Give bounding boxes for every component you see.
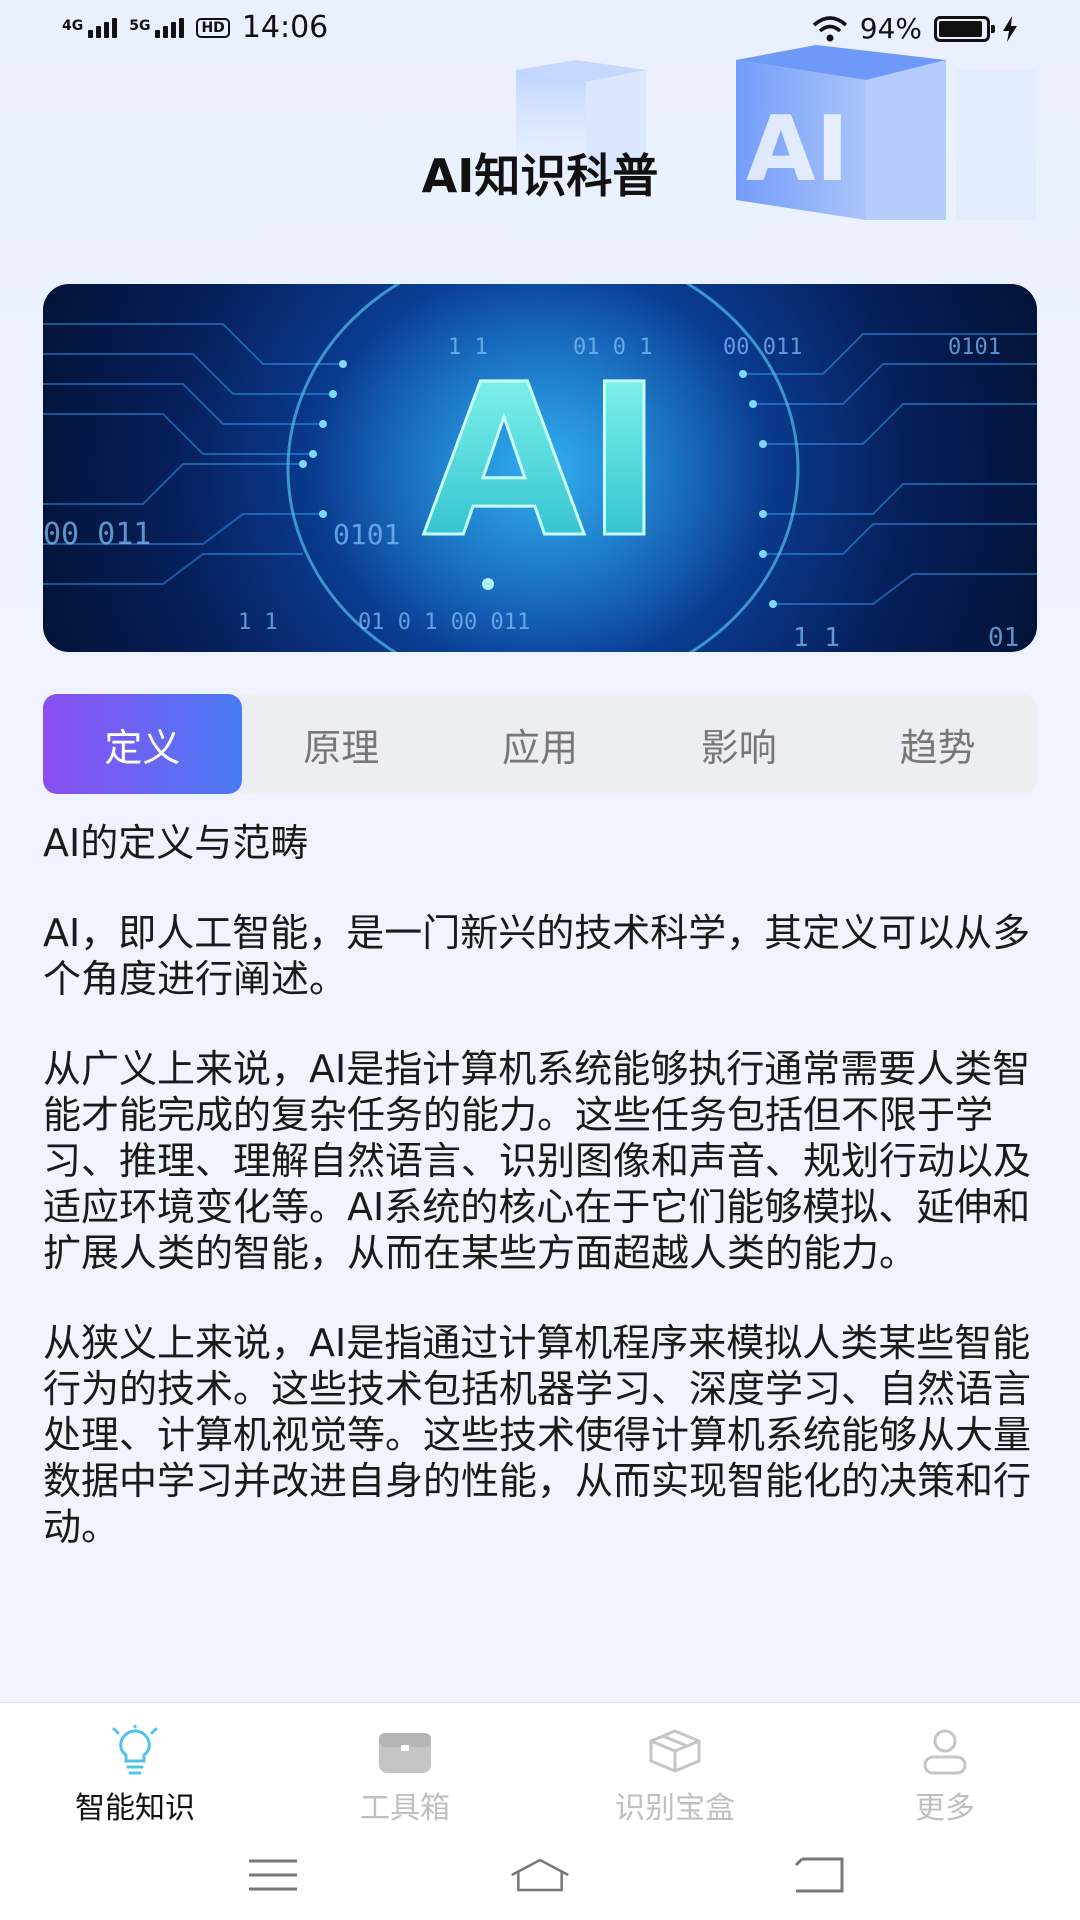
hd-icon: HD (196, 17, 230, 38)
lightbulb-icon (112, 1725, 158, 1775)
nav-more[interactable]: 更多 (810, 1703, 1080, 1831)
nav-label: 智能知识 (75, 1791, 195, 1826)
svg-text:0101: 0101 (948, 335, 1001, 360)
back-button[interactable] (790, 1850, 850, 1900)
tab-principle[interactable]: 原理 (242, 694, 441, 794)
signal-4g-icon: 4G (62, 17, 118, 38)
page-title: AI知识科普 (421, 149, 659, 203)
svg-text:1 1: 1 1 (448, 335, 488, 360)
article-paragraph: 从广义上来说，AI是指计算机系统能够执行通常需要人类智能才能完成的复杂任务的能力… (43, 1047, 1032, 1275)
nav-toolbox[interactable]: 工具箱 (270, 1703, 540, 1831)
tab-definition[interactable]: 定义 (43, 694, 242, 794)
nav-recognition-box[interactable]: 识别宝盒 (540, 1703, 810, 1831)
tab-application[interactable]: 应用 (441, 694, 640, 794)
status-time: 14:06 (241, 10, 329, 45)
svg-text:AI: AI (423, 339, 664, 584)
svg-text:1 1: 1 1 (793, 623, 840, 652)
tab-trend[interactable]: 趋势 (838, 694, 1037, 794)
back-icon (794, 1857, 844, 1893)
bottom-nav: 智能知识 工具箱 识别宝盒 更多 (0, 1702, 1080, 1831)
menu-button[interactable] (243, 1850, 303, 1900)
user-icon (923, 1729, 967, 1775)
article-content: AI的定义与范畴 AI，即人工智能，是一门新兴的技术科学，其定义可以从多个角度进… (43, 820, 1043, 1594)
article-paragraph: 从狭义上来说，AI是指通过计算机程序来模拟人类某些智能行为的技术。这些技术包括机… (43, 1321, 1032, 1549)
home-button[interactable] (510, 1850, 570, 1900)
menu-icon (249, 1859, 297, 1891)
svg-text:0101: 0101 (333, 518, 400, 551)
svg-text:00 011: 00 011 (723, 335, 802, 360)
box-icon (649, 1729, 701, 1773)
toolbox-icon (379, 1733, 431, 1773)
system-nav-bar (0, 1830, 1080, 1920)
article-heading: AI的定义与范畴 (43, 821, 309, 865)
svg-text:00 011: 00 011 (43, 517, 151, 552)
svg-text:01 0 1: 01 0 1 (573, 335, 652, 360)
article-paragraph: AI，即人工智能，是一门新兴的技术科学，其定义可以从多个角度进行阐述。 (43, 911, 1031, 1001)
home-icon (511, 1858, 569, 1892)
nav-label: 更多 (915, 1791, 975, 1826)
svg-text:1 1: 1 1 (238, 610, 278, 635)
svg-text:01 0 1 00 011: 01 0 1 00 011 (358, 610, 530, 635)
nav-smart-knowledge[interactable]: 智能知识 (0, 1703, 270, 1831)
tab-impact[interactable]: 影响 (639, 694, 838, 794)
category-tabs: 定义 原理 应用 影响 趋势 (43, 694, 1037, 794)
ai-banner-image: AI 1 1 01 0 1 00 011 0101 00 011 0101 1 … (43, 284, 1037, 652)
nav-label: 工具箱 (360, 1791, 450, 1826)
svg-text:01: 01 (988, 623, 1019, 652)
signal-5g-icon: 5G (129, 17, 185, 38)
nav-label: 识别宝盒 (615, 1791, 735, 1826)
